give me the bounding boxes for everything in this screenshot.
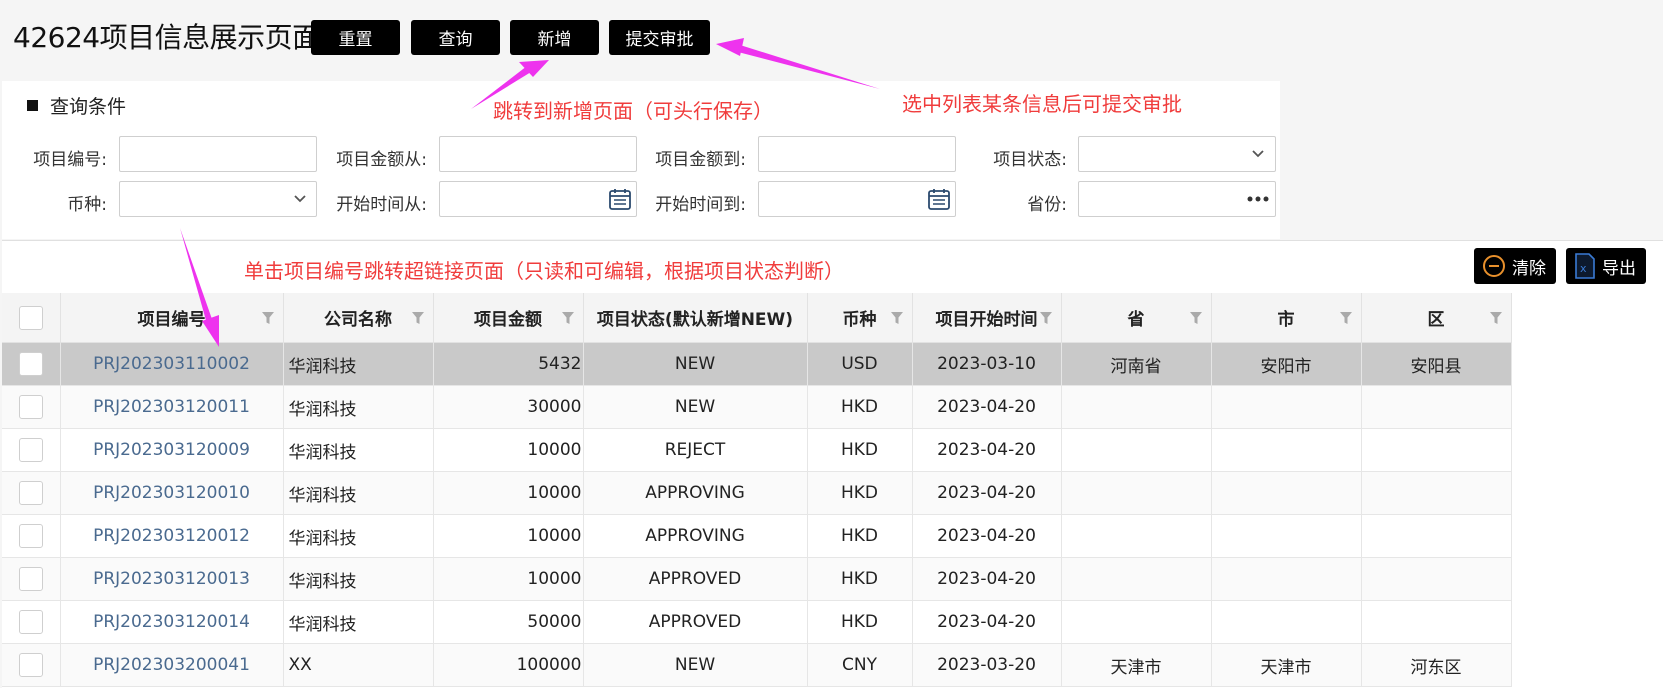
arrow-to-project-no [180,228,219,347]
arrow-to-submit-button [716,38,880,89]
annotation-arrows [180,38,880,347]
arrow-to-add-button [471,60,549,109]
